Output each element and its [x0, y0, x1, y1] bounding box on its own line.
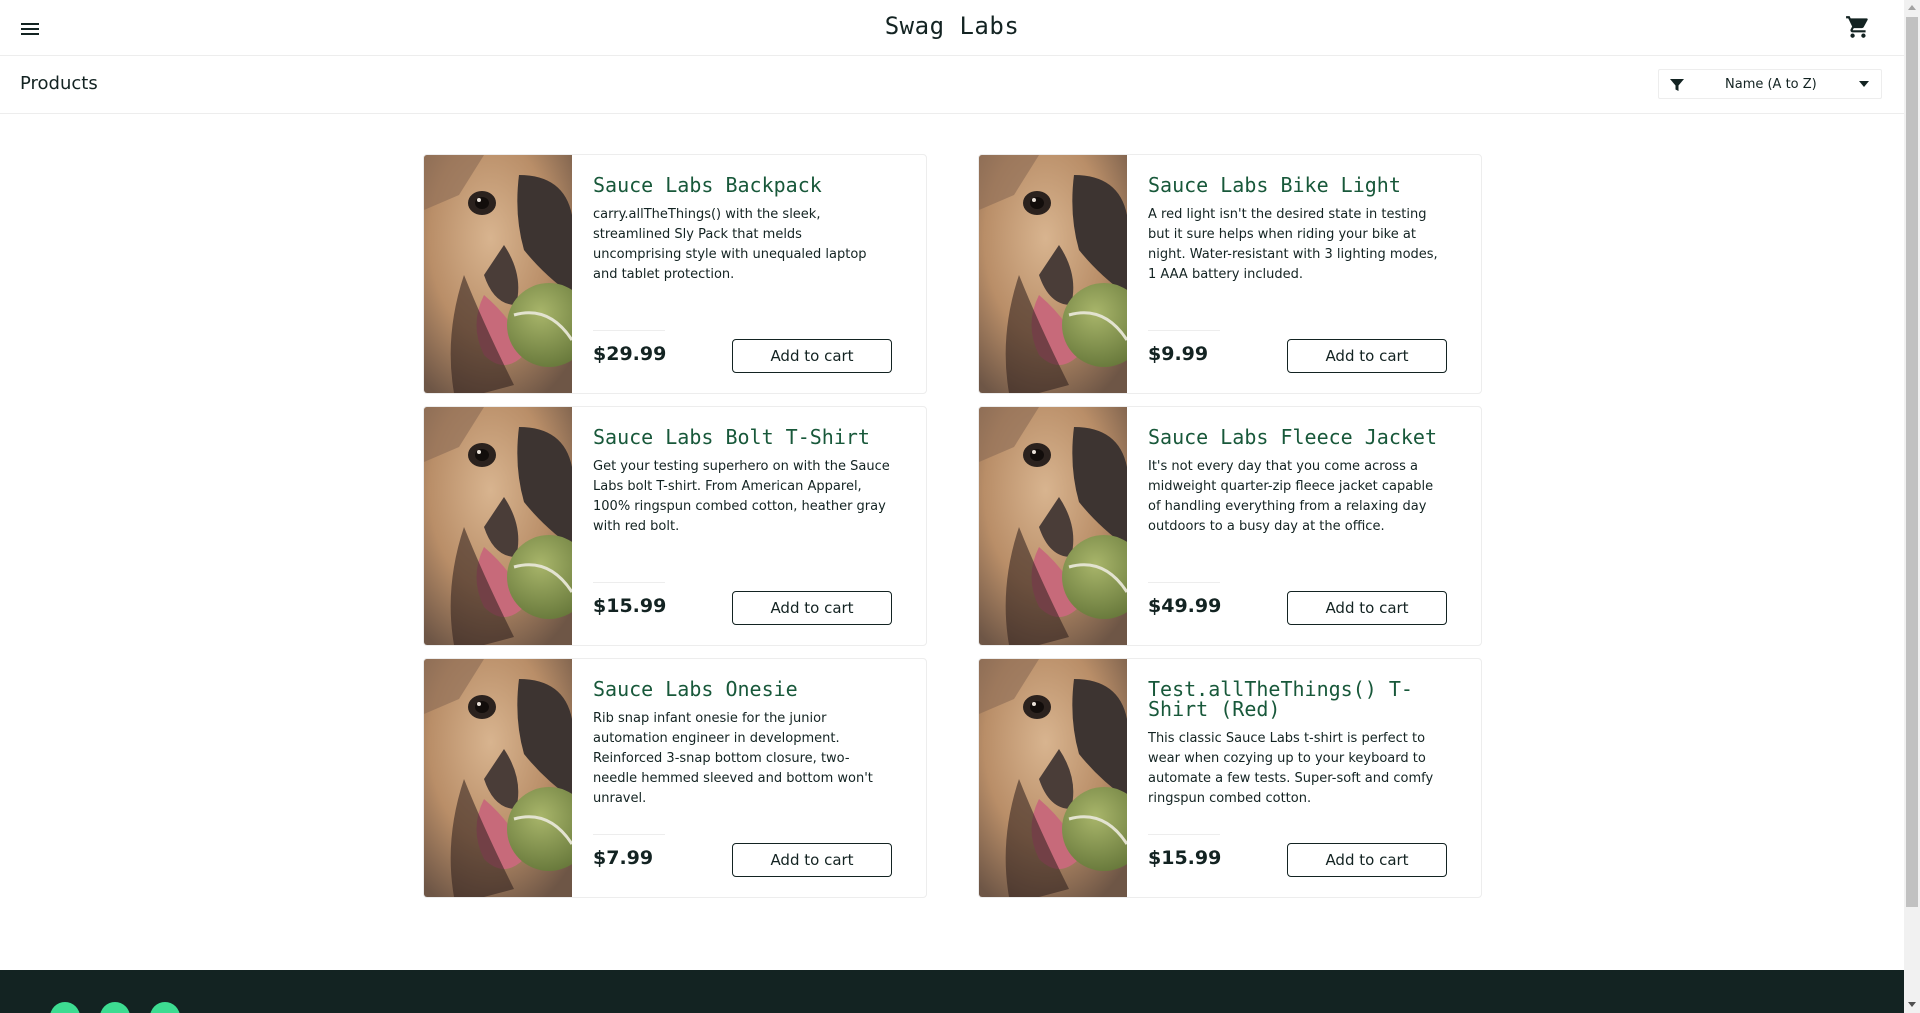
divider: [1148, 582, 1220, 583]
filter-icon: [1670, 79, 1684, 91]
product-description: Rib snap infant onesie for the junior au…: [593, 711, 873, 806]
add-to-cart-button[interactable]: Add to cart: [1287, 339, 1447, 373]
product-image[interactable]: [424, 407, 572, 645]
inventory-item: Sauce Labs Bike Light A red light isn't …: [978, 154, 1482, 394]
product-name-link[interactable]: Sauce Labs Fleece Jacket: [1148, 427, 1448, 447]
chevron-down-icon: [1859, 81, 1869, 87]
product-description: It's not every day that you come across …: [1148, 459, 1434, 534]
product-description: This classic Sauce Labs t-shirt is perfe…: [1148, 731, 1434, 806]
add-to-cart-button[interactable]: Add to cart: [1287, 591, 1447, 625]
product-price: $9.99: [1148, 343, 1209, 365]
product-description: A red light isn't the desired state in t…: [1148, 207, 1438, 282]
inventory-item: Test.allTheThings() T-Shirt (Red) This c…: [978, 658, 1482, 898]
divider: [593, 834, 665, 835]
add-to-cart-button[interactable]: Add to cart: [732, 339, 892, 373]
divider: [1148, 330, 1220, 331]
product-description: carry.allTheThings() with the sleek, str…: [593, 207, 867, 282]
product-image[interactable]: [424, 155, 572, 393]
facebook-icon[interactable]: [100, 1002, 130, 1013]
product-name-link[interactable]: Sauce Labs Onesie: [593, 679, 893, 699]
inventory-item: Sauce Labs Onesie Rib snap infant onesie…: [423, 658, 927, 898]
scroll-up-arrow-icon[interactable]: [1908, 5, 1916, 10]
add-to-cart-button[interactable]: Add to cart: [732, 591, 892, 625]
inventory-item: Sauce Labs Bolt T-Shirt Get your testing…: [423, 406, 927, 646]
vertical-scrollbar[interactable]: [1904, 0, 1920, 1013]
add-to-cart-button[interactable]: Add to cart: [732, 843, 892, 877]
product-price: $15.99: [1148, 847, 1222, 869]
divider: [1148, 834, 1220, 835]
twitter-icon[interactable]: [50, 1002, 80, 1013]
add-to-cart-button[interactable]: Add to cart: [1287, 843, 1447, 877]
sort-dropdown[interactable]: Name (A to Z): [1658, 69, 1882, 99]
secondary-header: Products Name (A to Z): [0, 57, 1904, 114]
product-image[interactable]: [979, 155, 1127, 393]
product-price: $7.99: [593, 847, 654, 869]
page-title: Products: [20, 73, 98, 94]
sort-selected-label: Name (A to Z): [1725, 77, 1817, 92]
scroll-down-arrow-icon[interactable]: [1908, 1002, 1916, 1007]
product-price: $49.99: [1148, 595, 1222, 617]
product-name-link[interactable]: Sauce Labs Backpack: [593, 175, 893, 195]
page: Swag Labs Products Name (A to Z) Sauce L…: [0, 0, 1904, 1013]
product-image[interactable]: [424, 659, 572, 897]
product-price: $29.99: [593, 343, 667, 365]
shopping-cart-icon[interactable]: [1845, 14, 1873, 42]
app-logo-title: Swag Labs: [884, 12, 1020, 40]
product-price: $15.99: [593, 595, 667, 617]
product-image[interactable]: [979, 659, 1127, 897]
scrollbar-thumb[interactable]: [1906, 17, 1918, 907]
product-name-link[interactable]: Sauce Labs Bike Light: [1148, 175, 1448, 195]
product-name-link[interactable]: Test.allTheThings() T-Shirt (Red): [1148, 679, 1448, 719]
product-description: Get your testing superhero on with the S…: [593, 459, 890, 534]
inventory-item: Sauce Labs Fleece Jacket It's not every …: [978, 406, 1482, 646]
divider: [593, 582, 665, 583]
product-image[interactable]: [979, 407, 1127, 645]
divider: [593, 330, 665, 331]
footer: [0, 970, 1904, 1013]
primary-header: Swag Labs: [0, 0, 1904, 56]
linkedin-icon[interactable]: [150, 1002, 180, 1013]
inventory-item: Sauce Labs Backpack carry.allTheThings()…: [423, 154, 927, 394]
product-name-link[interactable]: Sauce Labs Bolt T-Shirt: [593, 427, 893, 447]
